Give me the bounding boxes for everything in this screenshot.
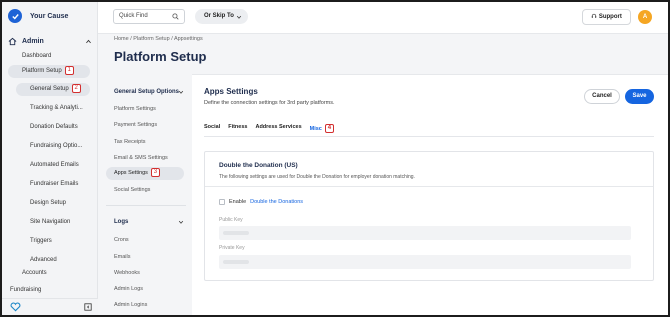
sidebar-item-design-setup[interactable]: Design Setup — [30, 197, 66, 210]
app-window: Your Cause Admin Dashboard Platform Setu… — [2, 2, 668, 315]
card-divider — [205, 186, 653, 187]
cancel-button[interactable]: Cancel — [584, 89, 620, 104]
step-marker-2: 2 — [71, 83, 81, 93]
quick-find-input[interactable]: Quick Find — [113, 9, 185, 24]
sidebar-item-triggers[interactable]: Triggers — [30, 235, 52, 248]
enable-checkbox[interactable] — [219, 199, 225, 205]
sidebar-item-fundraiser-emails[interactable]: Fundraiser Emails — [30, 178, 78, 191]
sidebar-footer — [2, 298, 98, 315]
sidebar-item-automated-emails[interactable]: Automated Emails — [30, 159, 79, 172]
sidebar-item-accounts[interactable]: Accounts — [22, 267, 47, 280]
breadcrumb-appsettings: Appsettings — [173, 36, 203, 42]
breadcrumb-home[interactable]: Home — [114, 36, 129, 42]
sidebar-item-advanced[interactable]: Advanced — [30, 254, 57, 267]
sidebar-item-site-navigation[interactable]: Site Navigation — [30, 216, 70, 229]
step-marker-4: 4 — [324, 124, 334, 133]
double-the-donations-link[interactable]: Double the Donations — [250, 199, 303, 205]
breadcrumb: Home / Platform Setup / Appsettings — [114, 36, 203, 42]
user-avatar[interactable]: A — [638, 10, 652, 24]
subnav-item-admin-logs[interactable]: Admin Logs — [114, 286, 143, 292]
card-description: The following settings are used for Doub… — [219, 174, 415, 180]
sidebar-item-fundraising[interactable]: Fundraising — [10, 284, 41, 297]
setup-subnav: General Setup Options Platform Settings … — [98, 74, 192, 315]
subnav-item-emails[interactable]: Emails — [114, 254, 131, 260]
card-title: Double the Donation (US) — [219, 162, 298, 169]
subnav-item-webhooks[interactable]: Webhooks — [114, 270, 140, 276]
subnav-item-admin-logins[interactable]: Admin Logins — [114, 302, 147, 308]
chevron-down-icon — [178, 220, 184, 224]
heart-logo-icon[interactable] — [10, 302, 21, 312]
subnav-group-general-setup[interactable]: General Setup Options — [114, 89, 184, 95]
top-header: Quick Find Or Skip To Support A — [98, 2, 668, 34]
subnav-item-apps-settings[interactable]: Apps Settings 3 — [106, 167, 184, 180]
chevron-up-icon — [86, 39, 91, 44]
tab-fitness[interactable]: Fitness — [228, 124, 247, 133]
section-title: Apps Settings — [204, 87, 258, 96]
page-title: Platform Setup — [114, 49, 207, 64]
brand[interactable]: Your Cause — [8, 9, 68, 23]
search-icon — [172, 13, 179, 20]
left-sidebar: Your Cause Admin Dashboard Platform Setu… — [2, 2, 98, 315]
public-key-field[interactable] — [219, 226, 631, 240]
settings-tabs: Social Fitness Address Services Misc 4 — [204, 124, 334, 133]
enable-row: Enable Double the Donations — [219, 199, 303, 205]
subnav-item-social-settings[interactable]: Social Settings — [114, 187, 150, 193]
headset-icon — [591, 14, 597, 19]
step-marker-1: 1 — [64, 65, 74, 75]
subnav-group-logs[interactable]: Logs — [114, 219, 184, 225]
sidebar-section-admin[interactable]: Admin — [8, 37, 92, 46]
private-key-field[interactable] — [219, 255, 631, 269]
brand-name: Your Cause — [30, 12, 69, 20]
subnav-item-platform-settings[interactable]: Platform Settings — [114, 106, 156, 112]
sidebar-item-donation-defaults[interactable]: Donation Defaults — [30, 121, 78, 134]
sidebar-item-tracking[interactable]: Tracking & Analyti... — [30, 102, 83, 115]
private-key-label: Private Key — [219, 245, 245, 251]
tabs-divider — [204, 136, 654, 137]
save-button[interactable]: Save — [625, 89, 654, 104]
support-button[interactable]: Support — [582, 9, 631, 25]
sidebar-section-label: Admin — [22, 38, 44, 45]
breadcrumb-platform-setup[interactable]: Platform Setup — [133, 36, 169, 42]
sidebar-item-dashboard[interactable]: Dashboard — [22, 50, 51, 63]
enable-label: Enable — [229, 199, 247, 205]
step-marker-3: 3 — [150, 168, 160, 178]
public-key-label: Public Key — [219, 217, 243, 223]
sidebar-item-fundraising-options[interactable]: Fundraising Optio... — [30, 140, 82, 153]
subnav-divider — [106, 205, 186, 206]
sidebar-item-general-setup[interactable]: General Setup 2 — [16, 83, 90, 96]
chevron-down-icon — [236, 15, 242, 19]
section-description: Define the connection settings for 3rd p… — [204, 100, 335, 106]
double-the-donation-card: Double the Donation (US) The following s… — [204, 151, 654, 281]
skip-to-dropdown[interactable]: Or Skip To — [195, 9, 248, 24]
chevron-down-icon — [178, 90, 184, 94]
apps-settings-panel: Apps Settings Define the connection sett… — [192, 74, 668, 315]
subnav-item-payment-settings[interactable]: Payment Settings — [114, 122, 157, 128]
collapse-sidebar-icon[interactable] — [84, 303, 92, 311]
sidebar-item-platform-setup[interactable]: Platform Setup 1 — [8, 65, 90, 78]
home-icon — [8, 37, 17, 46]
subnav-item-email-sms-settings[interactable]: Email & SMS Settings — [114, 155, 168, 161]
subnav-item-tax-receipts[interactable]: Tax Receipts — [114, 139, 146, 145]
subnav-item-crons[interactable]: Crons — [114, 237, 129, 243]
tab-misc[interactable]: Misc 4 — [310, 124, 334, 133]
tab-social[interactable]: Social — [204, 124, 220, 133]
brand-logo-icon — [8, 9, 22, 23]
tab-address-services[interactable]: Address Services — [255, 124, 301, 133]
